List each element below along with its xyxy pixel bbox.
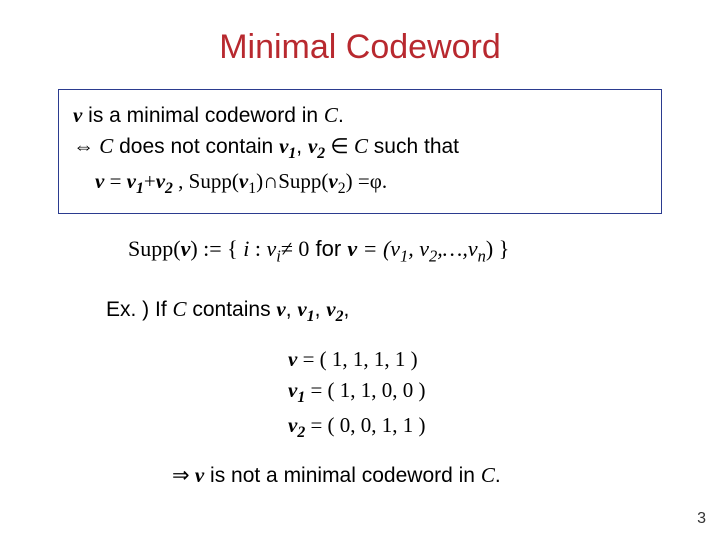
text: , [344,298,350,321]
text: : [249,236,266,261]
sym-v1: v1 [390,236,408,261]
sym-vi: vi [266,236,280,261]
text: , [286,298,298,321]
sym-v: v [73,103,82,127]
sym-v: v [347,236,357,261]
text: = ( [357,236,390,261]
text: for [309,236,347,261]
def-line-2: ⇔ C does not contain v1, v2 ∈ C such tha… [73,131,647,166]
sym-v2: v2 [326,297,343,321]
example-vectors: v = ( 1, 1, 1, 1 ) v1 = ( 1, 1, 0, 0 ) v… [288,344,720,444]
sym-C: C [481,463,495,487]
sym-C: C [324,103,338,127]
text: , [296,135,308,158]
example-intro: Ex. ) If C contains v, v1, v2, [106,295,720,328]
sym-C: C [354,134,368,158]
sym-C: C [99,134,113,158]
sym-v: v [95,169,104,193]
vector-v: v = ( 1, 1, 1, 1 ) [288,344,720,374]
sym-C: C [173,297,187,321]
plus-icon: + [144,169,156,193]
slide-title: Minimal Codeword [0,0,720,67]
intersect-icon: ∩ [263,169,278,193]
sym-v: v [181,236,191,261]
example-conclusion: ⇒ v is not a minimal codeword in C. [172,463,720,488]
sym-v2: v2 [156,169,173,193]
sym-v1: v1 [279,134,296,158]
sym-v1: v1 [297,297,314,321]
text: such that [368,135,459,158]
neq-icon: ≠ 0 [281,236,310,261]
text: , [315,298,327,321]
text: , [408,236,419,261]
sym-v1: v1 [127,169,144,193]
vector-v1: v1 = ( 1, 1, 0, 0 ) [288,375,720,410]
text: ) := { [190,236,243,261]
text: , [173,169,189,193]
def-line-1: v is a minimal codeword in C. [73,100,647,131]
text: =φ. [353,169,387,193]
text: Ex. ) If [106,298,173,321]
sym-v2: v2 [308,134,325,158]
supp-v1: Supp(v1) [189,169,263,193]
text: is a minimal codeword in [82,104,324,127]
text: does not contain [113,135,279,158]
page-number: 3 [697,510,706,528]
text: . [338,104,344,127]
support-definition: Supp(v) := { i : vi≠ 0 for v = (v1, v2,…… [128,236,720,266]
text: Supp( [128,236,181,261]
sym-v: v [276,297,285,321]
text: . [495,464,501,487]
sym-vn: vn [468,236,486,261]
sym-v2: v2 [419,236,437,261]
element-of-icon: ∈ [325,134,354,158]
text: is not a minimal codeword in [204,464,481,487]
text: contains [187,298,277,321]
text: ) } [486,236,509,261]
implies-icon: ⇒ [172,463,195,487]
text: = [104,169,126,193]
sym-v: v [195,463,204,487]
def-line-3: v = v1+v2 , Supp(v1)∩Supp(v2) =φ. [73,166,647,201]
supp-v2: Supp(v2) [278,169,352,193]
iff-icon: ⇔ [73,134,99,158]
vector-v2: v2 = ( 0, 0, 1, 1 ) [288,410,720,445]
definition-box: v is a minimal codeword in C. ⇔ C does n… [58,89,662,214]
text: ,…, [437,236,468,261]
